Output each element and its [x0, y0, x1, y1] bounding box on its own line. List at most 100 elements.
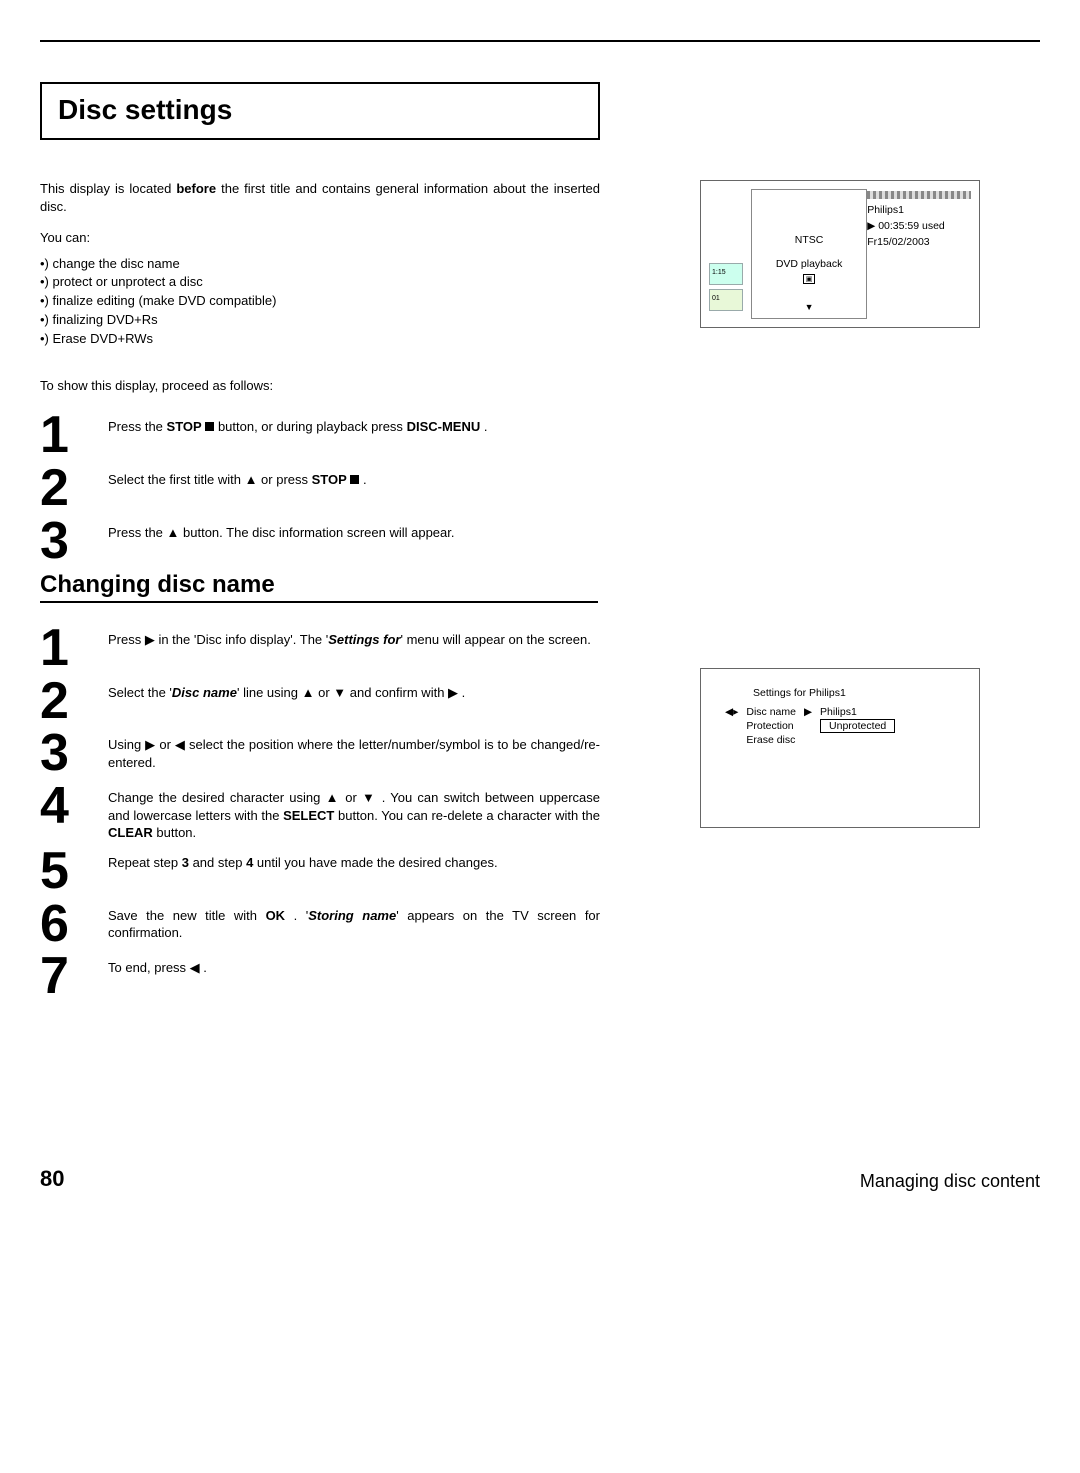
bold: STOP — [167, 419, 202, 434]
setting-key: Disc name — [746, 705, 804, 719]
play-state-icon: ▣ — [803, 274, 815, 284]
intro-text: This display is located before the first… — [40, 180, 600, 215]
tv-screen-settings: Settings for Philips1 ◀▸ Disc name ▶ Phi… — [700, 668, 980, 828]
thumb-clock: 1:15 — [709, 263, 743, 285]
steps-a: 1 Press the STOP button, or during playb… — [40, 412, 600, 564]
txt: ▲ — [302, 685, 315, 700]
used-value: ▶ 00:35:59 used — [867, 219, 971, 235]
txt: Change the desired character using — [108, 790, 326, 805]
step-number: 4 — [40, 783, 80, 830]
txt: Using — [108, 737, 145, 752]
txt: . — [200, 960, 207, 975]
you-can-label: You can: — [40, 229, 600, 247]
bullet-list: change the disc name protect or unprotec… — [40, 255, 600, 349]
settings-row: Protection Unprotected — [725, 719, 903, 733]
list-item: finalizing DVD+Rs — [40, 311, 600, 330]
bold: Disc name — [172, 685, 237, 700]
txt: ◀ — [175, 737, 185, 752]
step-number: 7 — [40, 953, 80, 1000]
txt: until you have made the desired changes. — [253, 855, 497, 870]
txt: ▼ — [362, 790, 376, 805]
step-text: Using ▶ or ◀ select the position where t… — [108, 730, 600, 771]
play-icon: ▶ — [867, 219, 875, 235]
txt: . — [359, 472, 366, 487]
txt: in the 'Disc info display'. The ' — [155, 632, 328, 647]
page-footer: 80 Managing disc content — [40, 1166, 1040, 1192]
txt: button. You can re-delete a character wi… — [334, 808, 600, 823]
list-item: protect or unprotect a disc — [40, 273, 600, 292]
txt: 00:35:59 used — [878, 220, 945, 232]
txt: ▶ — [145, 737, 155, 752]
txt: Select the first title with — [108, 472, 245, 487]
step-text: Press the ▲ button. The disc information… — [108, 518, 600, 542]
step-row: 3 Using ▶ or ◀ select the position where … — [40, 730, 600, 777]
step-number: 2 — [40, 465, 80, 512]
step-row: 3 Press the ▲ button. The disc informati… — [40, 518, 600, 565]
show-display: To show this display, proceed as follows… — [40, 377, 600, 395]
top-rule — [40, 40, 1040, 42]
thumb-label: 01 — [712, 295, 720, 302]
ntsc-label: NTSC — [752, 234, 866, 246]
step-text: To end, press ◀ . — [108, 953, 600, 977]
left-column: Disc settings — [40, 82, 600, 180]
txt: button, or during playback press — [214, 419, 406, 434]
step-text: Press the STOP button, or during playbac… — [108, 412, 600, 436]
txt: ▶ — [448, 685, 458, 700]
bold: SELECT — [283, 808, 334, 823]
txt: button. The disc information screen will… — [179, 525, 454, 540]
list-item: finalize editing (make DVD compatible) — [40, 292, 600, 311]
intro-pre: This display is located — [40, 181, 176, 196]
thumb-col: 1:15 01 — [709, 189, 743, 319]
txt: and step — [189, 855, 246, 870]
steps-b: 1 Press ▶ in the 'Disc info display'. The… — [40, 625, 600, 1000]
step-text: Change the desired character using ▲ or … — [108, 783, 600, 842]
step-number: 1 — [40, 412, 80, 459]
txt: Save the new title with — [108, 908, 266, 923]
step-text: Select the first title with ▲ or press S… — [108, 465, 600, 489]
mode-label: DVD playback — [752, 258, 866, 270]
setting-key: Protection — [746, 719, 804, 733]
left-content: This display is located before the first… — [40, 180, 600, 1006]
txt: ◀ — [190, 960, 200, 975]
step-text: Select the 'Disc name' line using ▲ or ▼… — [108, 678, 600, 702]
bold: Settings for — [328, 632, 400, 647]
step-row: 4 Change the desired character using ▲ or… — [40, 783, 600, 842]
intro-bold: before — [176, 181, 216, 196]
setting-value: Philips1 — [820, 705, 903, 719]
subheading: Changing disc name — [40, 571, 598, 603]
step-number: 5 — [40, 848, 80, 895]
txt: Press the — [108, 525, 167, 540]
step-text: Repeat step 3 and step 4 until you have … — [108, 848, 600, 872]
step-row: 1Press ▶ in the 'Disc info display'. The… — [40, 625, 600, 672]
tv-info-panel: Philips1 ▶ 00:35:59 used Fr15/02/2003 — [867, 189, 971, 319]
step-row: 1 Press the STOP button, or during playb… — [40, 412, 600, 459]
stripe-icon — [867, 191, 971, 199]
step-row: 6 Save the new title with OK . 'Storing n… — [40, 901, 600, 948]
txt: or — [340, 790, 362, 805]
section-title: Disc settings — [40, 82, 600, 140]
txt: . — [458, 685, 465, 700]
settings-row: Erase disc — [725, 733, 903, 747]
step-row: 7 To end, press ◀ . — [40, 953, 600, 1000]
step-number: 1 — [40, 625, 80, 672]
nav-arrows: ◀▸ — [725, 705, 746, 719]
txt: and confirm with — [346, 685, 448, 700]
up-icon: ▲ — [167, 524, 180, 542]
down-icon: ▼ — [752, 302, 866, 312]
txt: ▲ — [326, 790, 340, 805]
disc-name-value: Philips1 — [867, 203, 971, 219]
bold: DISC-MENU — [407, 419, 481, 434]
page-number: 80 — [40, 1166, 64, 1192]
date-value: Fr15/02/2003 — [867, 235, 971, 251]
list-item: change the disc name — [40, 255, 600, 274]
thumb-label: 1:15 — [712, 269, 726, 276]
thumb-track: 01 — [709, 289, 743, 311]
step-number: 6 — [40, 901, 80, 948]
txt: Press — [108, 632, 145, 647]
play-icon: ▶ — [804, 705, 820, 719]
txt: or press — [257, 472, 311, 487]
setting-value-box: Unprotected — [820, 719, 895, 733]
bold: STOP — [312, 472, 347, 487]
step-number: 3 — [40, 730, 80, 777]
step-text: Save the new title with OK . 'Storing na… — [108, 901, 600, 942]
